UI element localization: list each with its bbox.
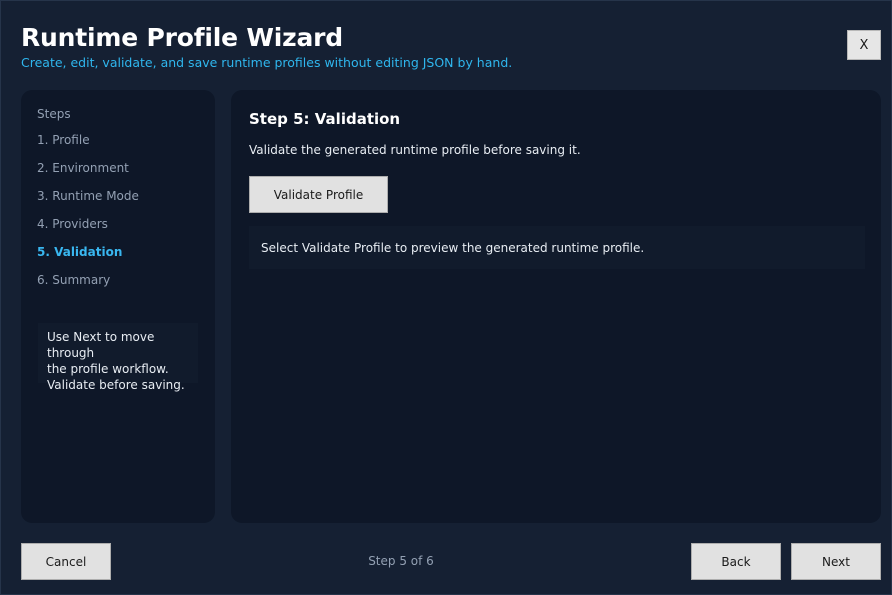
validation-result-box: Select Validate Profile to preview the g… [249,226,865,269]
sidebar-item-summary[interactable]: 6. Summary [37,272,139,300]
step-description: Validate the generated runtime profile b… [249,143,581,157]
cancel-button[interactable]: Cancel [21,543,111,580]
wizard-window: Runtime Profile Wizard Create, edit, val… [0,0,892,595]
sidebar-item-providers[interactable]: 4. Providers [37,216,139,244]
step-content-panel: Step 5: Validation Validate the generate… [231,90,881,523]
sidebar-item-profile[interactable]: 1. Profile [37,132,139,160]
close-button[interactable]: X [847,30,881,60]
sidebar-item-validation[interactable]: 5. Validation [37,244,139,272]
step-title: Step 5: Validation [249,110,401,128]
validation-result-text: Select Validate Profile to preview the g… [261,241,645,255]
window-title: Runtime Profile Wizard [21,23,343,52]
back-button[interactable]: Back [691,543,781,580]
step-list: 1. Profile 2. Environment 3. Runtime Mod… [37,132,139,300]
workflow-hint-line: the profile workflow. [47,362,169,376]
window-subtitle: Create, edit, validate, and save runtime… [21,55,513,70]
steps-sidebar: Steps 1. Profile 2. Environment 3. Runti… [21,90,215,523]
step-counter: Step 5 of 6 [368,554,434,568]
workflow-hint: Use Next to move through the profile wor… [38,323,198,392]
next-button[interactable]: Next [791,543,881,580]
steps-heading: Steps [37,107,71,121]
validate-profile-button[interactable]: Validate Profile [249,176,388,213]
sidebar-item-environment[interactable]: 2. Environment [37,160,139,188]
workflow-hint-line: Validate before saving. [47,378,185,392]
sidebar-item-runtime-mode[interactable]: 3. Runtime Mode [37,188,139,216]
workflow-hint-line: Use Next to move through [47,330,155,360]
